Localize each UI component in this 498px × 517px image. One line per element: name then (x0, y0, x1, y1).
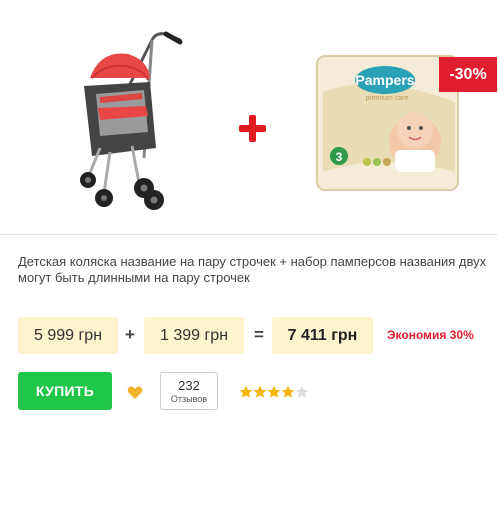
product-title[interactable]: Детская коляска название на пару строчек… (18, 254, 488, 286)
star-filled-icon (281, 385, 295, 398)
reviews-label: Отзывов (170, 394, 208, 404)
stroller-image[interactable] (70, 28, 188, 213)
equals-sign: = (254, 325, 264, 344)
star-empty-icon (295, 385, 309, 398)
price-total: 7 411 грн (272, 317, 373, 354)
reviews-count: 232 (178, 378, 200, 393)
rating-stars (239, 385, 309, 399)
discount-badge: -30% (439, 57, 497, 92)
brand-subtext: premium care (366, 95, 409, 102)
brand-logo: Pampers (355, 72, 414, 88)
plus-icon (239, 115, 267, 143)
buy-button[interactable]: КУПИТЬ (18, 372, 112, 410)
price-item-1: 5 999 грн (18, 317, 118, 354)
divider (0, 234, 498, 235)
product-images: Pampers premium care 3 -30% (0, 0, 498, 234)
pack-size-label: 3 (336, 150, 343, 164)
price-item-2: 1 399 грн (144, 317, 244, 354)
star-filled-icon (239, 385, 253, 398)
star-filled-icon (253, 385, 267, 398)
savings-label: Экономия 30% (387, 328, 474, 342)
heart-icon[interactable] (127, 386, 143, 400)
star-filled-icon (267, 385, 281, 398)
plus-sign: + (125, 325, 135, 344)
reviews-button[interactable]: 232 Отзывов (160, 372, 218, 410)
